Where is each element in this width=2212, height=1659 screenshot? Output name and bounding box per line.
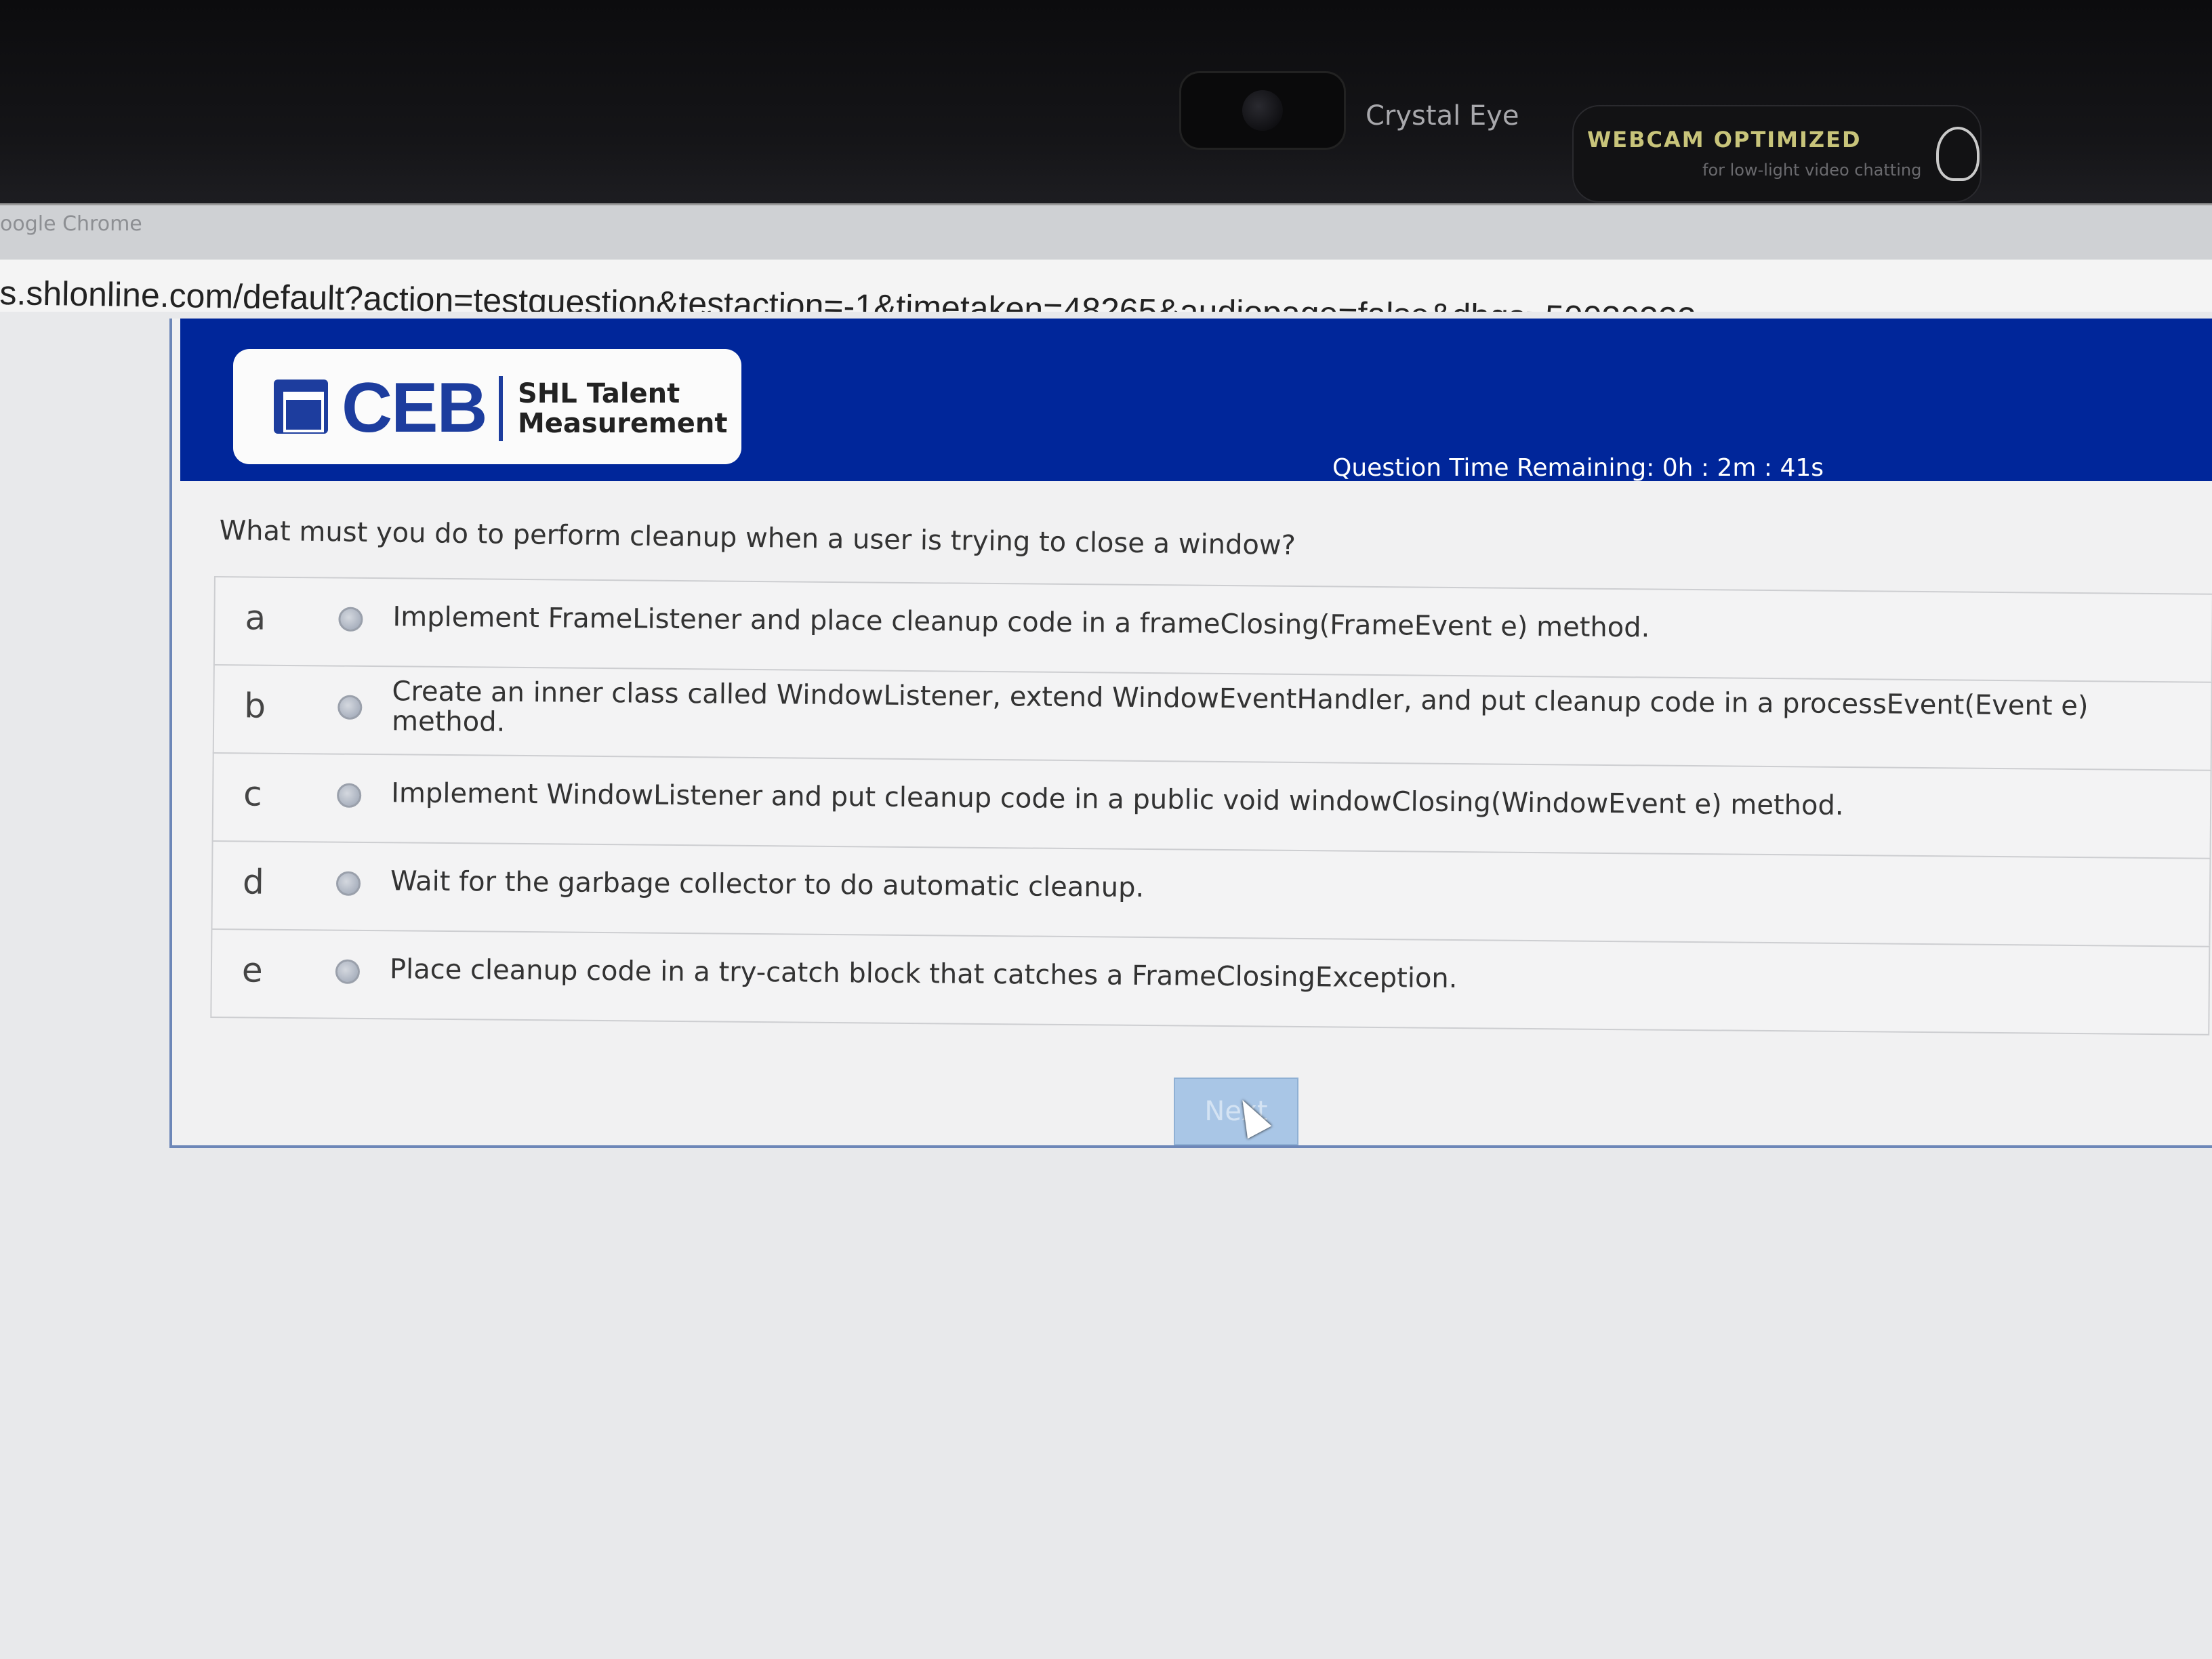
laptop-brand-label: Crystal Eye [1366, 100, 1519, 131]
option-letter: c [243, 774, 262, 814]
option-text[interactable]: Implement FrameListener and place cleanu… [392, 601, 2182, 647]
question-timer: Question Time Remaining: 0h : 2m : 41s [1332, 454, 1824, 482]
logo-divider [499, 376, 503, 441]
option-a[interactable]: a Implement FrameListener and place clea… [213, 576, 2212, 682]
radio-button-icon[interactable] [337, 783, 362, 808]
answer-options: a Implement FrameListener and place clea… [210, 576, 2212, 1036]
option-letter: a [245, 598, 266, 638]
radio-button-icon[interactable] [338, 607, 363, 632]
option-text[interactable]: Implement WindowListener and put cleanup… [391, 777, 2180, 823]
building-emblem-icon [274, 380, 328, 434]
radio-button-icon[interactable] [335, 959, 361, 984]
option-text[interactable]: Place cleanup code in a try-catch block … [390, 954, 2179, 1000]
laptop-bezel: Crystal Eye WEBCAM OPTIMIZED for low-lig… [0, 0, 2212, 203]
radio-button-icon[interactable] [337, 695, 363, 720]
webcam [1179, 71, 1346, 150]
logo-ceb-text: CEB [342, 369, 488, 447]
option-c[interactable]: c Implement WindowListener and put clean… [211, 752, 2212, 858]
option-e[interactable]: e Place cleanup code in a try-catch bloc… [210, 928, 2211, 1036]
option-letter: b [244, 686, 266, 726]
logo-subtitle: SHL Talent Measurement [518, 378, 728, 439]
option-text[interactable]: Wait for the garbage collector to do aut… [390, 865, 2179, 912]
webcam-badge-subtext: for low-light video chatting [1702, 161, 1922, 180]
header-banner: CEB SHL Talent Measurement Question Time… [180, 319, 2212, 482]
webcam-badge-text: WEBCAM OPTIMIZED [1587, 127, 1862, 152]
browser-chrome: oogle Chrome s.shlonline.com/default?act… [0, 203, 2212, 356]
test-panel: CEB SHL Talent Measurement Question Time… [169, 319, 2212, 1148]
webcam-lens-icon [1242, 90, 1283, 131]
webcam-badge: WEBCAM OPTIMIZED for low-light video cha… [1572, 105, 1982, 203]
question-text: What must you do to perform cleanup when… [219, 515, 1296, 562]
ceb-shl-logo: CEB SHL Talent Measurement [233, 349, 741, 464]
lightbulb-icon [1936, 127, 1980, 181]
browser-title: oogle Chrome [0, 212, 142, 236]
radio-button-icon[interactable] [335, 871, 361, 896]
option-letter: d [242, 862, 265, 902]
option-letter: e [241, 950, 263, 990]
option-d[interactable]: d Wait for the garbage collector to do a… [211, 840, 2211, 946]
option-b[interactable]: b Create an inner class called WindowLis… [212, 663, 2212, 770]
page-content: CEB SHL Talent Measurement Question Time… [0, 312, 2212, 1659]
option-text[interactable]: Create an inner class called WindowListe… [392, 676, 2182, 752]
